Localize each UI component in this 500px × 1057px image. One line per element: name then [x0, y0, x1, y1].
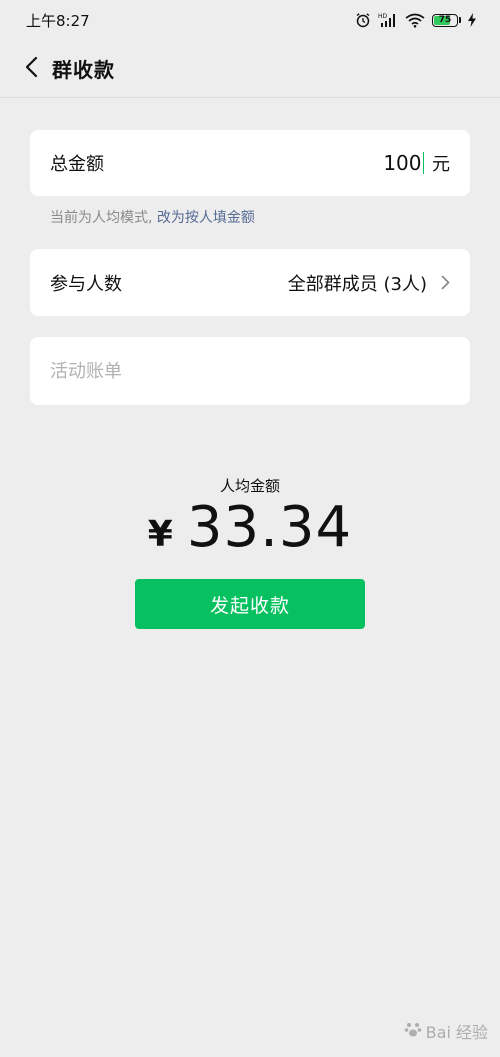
per-person-label: 人均金额	[219, 477, 280, 495]
chevron-left-icon	[25, 56, 39, 82]
mode-hint-text: 当前为人均模式,	[50, 210, 157, 226]
wifi-icon	[405, 13, 425, 28]
paw-icon	[404, 1020, 422, 1042]
alarm-icon	[355, 12, 371, 28]
text-caret	[422, 152, 424, 174]
participants-value: 全部群成员 (3人)	[287, 273, 427, 295]
status-bar: 上午8:27 HD 75	[0, 0, 500, 40]
currency-symbol: ¥	[147, 514, 173, 555]
activity-bill-card	[30, 337, 470, 405]
total-amount-value-wrap: 元	[361, 150, 450, 176]
switch-mode-link[interactable]: 改为按人填金额	[157, 210, 255, 226]
status-icons: HD 75	[355, 12, 476, 28]
chevron-right-icon	[441, 275, 450, 290]
activity-bill-input[interactable]	[50, 360, 450, 382]
participants-value-wrap: 全部群成员 (3人)	[288, 270, 450, 296]
status-time: 上午8:27	[26, 11, 90, 30]
participants-label: 参与人数	[50, 273, 122, 295]
watermark-text: Bai 经验	[425, 1023, 488, 1042]
back-button[interactable]	[8, 40, 56, 98]
total-amount-card: 总金额 元	[30, 130, 470, 196]
svg-text:HD: HD	[378, 13, 388, 20]
charging-icon	[468, 13, 476, 27]
total-amount-input[interactable]	[361, 151, 422, 175]
per-person-amount: ¥ 33.34	[0, 495, 500, 560]
nav-bar: 群收款	[0, 40, 500, 98]
start-collection-button[interactable]: 发起收款	[135, 579, 365, 629]
battery-text: 75	[438, 15, 452, 25]
battery-icon: 75	[432, 13, 461, 27]
page-title: 群收款	[52, 58, 115, 82]
per-person-value: 33.34	[186, 495, 353, 560]
mode-hint: 当前为人均模式, 改为按人填金额	[50, 207, 255, 227]
baidu-watermark: Bai 经验	[404, 1019, 488, 1043]
total-amount-label: 总金额	[50, 154, 104, 175]
currency-unit: 元	[432, 154, 450, 175]
participants-row[interactable]: 参与人数 全部群成员 (3人)	[30, 249, 470, 316]
hd-signal-icon: HD	[378, 12, 398, 28]
